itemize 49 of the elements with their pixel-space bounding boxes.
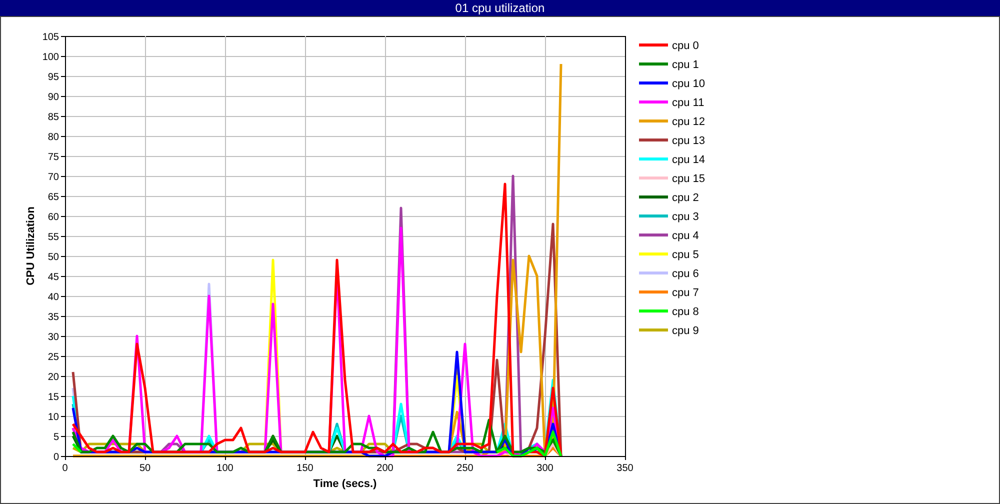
legend-label: cpu 11 bbox=[672, 97, 704, 109]
axis-tick-label: 0 bbox=[53, 452, 59, 463]
axis-tick-label: 50 bbox=[48, 252, 59, 263]
axis-tick-label: 200 bbox=[376, 463, 394, 474]
legend-label: cpu 15 bbox=[672, 173, 706, 185]
axis-tick-label: 40 bbox=[48, 292, 59, 303]
legend-label: cpu 14 bbox=[672, 154, 706, 166]
axis-tick-label: 95 bbox=[48, 72, 59, 83]
axis-tick-label: 5 bbox=[53, 432, 59, 443]
legend-label: cpu 12 bbox=[672, 116, 706, 128]
axis-tick-label: 35 bbox=[48, 312, 59, 323]
legend-label: cpu 5 bbox=[672, 249, 699, 261]
axis-tick-label: 150 bbox=[296, 463, 314, 474]
axis-tick-label: 55 bbox=[48, 232, 59, 243]
axis-tick-label: 30 bbox=[48, 332, 59, 343]
axis-tick-label: 250 bbox=[456, 463, 474, 474]
legend-label: cpu 13 bbox=[672, 135, 706, 147]
legend-label: cpu 9 bbox=[672, 325, 699, 337]
legend-label: cpu 8 bbox=[672, 306, 699, 318]
axis-tick-label: 75 bbox=[48, 152, 59, 163]
legend-label: cpu 4 bbox=[672, 230, 699, 242]
legend-label: cpu 7 bbox=[672, 287, 699, 299]
axis-tick-label: 90 bbox=[48, 92, 59, 103]
axis-tick-label: 25 bbox=[48, 352, 59, 363]
axis-tick-label: 85 bbox=[48, 112, 59, 123]
axis-tick-label: 300 bbox=[536, 463, 554, 474]
axis-title: CPU Utilization bbox=[25, 206, 37, 286]
axis-tick-label: 60 bbox=[48, 212, 59, 223]
axis-tick-label: 100 bbox=[42, 52, 59, 63]
axis-tick-label: 10 bbox=[48, 412, 59, 423]
axis-tick-label: 105 bbox=[42, 32, 59, 43]
legend-label: cpu 1 bbox=[672, 59, 699, 71]
window-title: 01 cpu utilization bbox=[455, 0, 545, 16]
axis-tick-label: 50 bbox=[139, 463, 151, 474]
axis-tick-label: 0 bbox=[62, 463, 68, 474]
axis-tick-label: 65 bbox=[48, 192, 59, 203]
axis-tick-label: 70 bbox=[48, 172, 59, 183]
legend-label: cpu 10 bbox=[672, 78, 706, 90]
legend-label: cpu 3 bbox=[672, 211, 699, 223]
legend-label: cpu 6 bbox=[672, 268, 699, 280]
axis-title: Time (secs.) bbox=[313, 478, 377, 490]
legend-label: cpu 2 bbox=[672, 192, 699, 204]
axis-tick-label: 100 bbox=[216, 463, 234, 474]
axis-tick-label: 15 bbox=[48, 392, 59, 403]
axis-tick-label: 80 bbox=[48, 132, 59, 143]
axis-tick-label: 45 bbox=[48, 272, 59, 283]
axis-tick-label: 20 bbox=[48, 372, 59, 383]
legend-label: cpu 0 bbox=[672, 40, 699, 52]
axis-tick-label: 350 bbox=[616, 463, 634, 474]
